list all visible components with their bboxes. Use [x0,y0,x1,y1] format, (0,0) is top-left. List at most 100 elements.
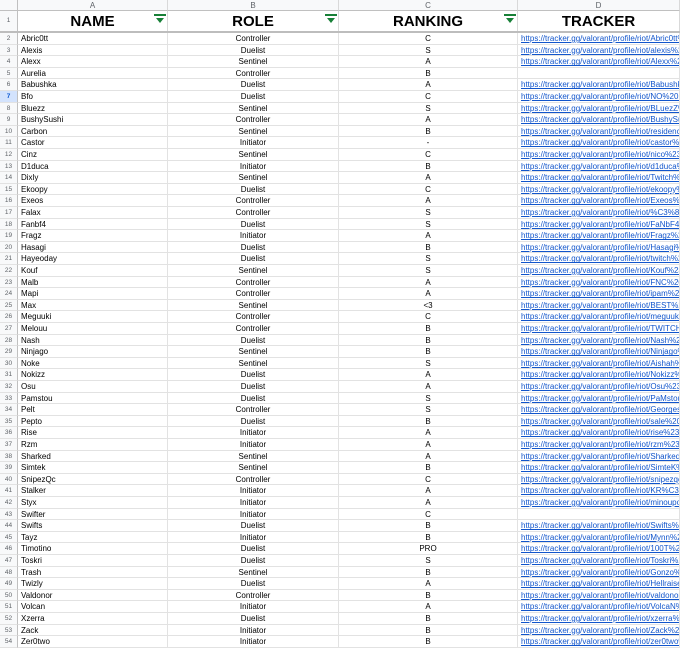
ranking-cell[interactable]: B [339,531,518,543]
name-cell[interactable]: Max [18,299,168,311]
row-number[interactable]: 10 [0,125,18,138]
name-cell[interactable]: Valdonor [18,589,168,601]
row-number[interactable]: 8 [0,102,18,115]
tracker-link[interactable]: https://tracker.gg/valorant/profile/riot… [518,473,680,485]
ranking-cell[interactable]: <3 [339,299,518,311]
ranking-cell[interactable]: S [339,102,518,114]
name-cell[interactable]: D1duca [18,160,168,172]
header-role-cell[interactable]: ROLE [168,11,339,31]
role-cell[interactable]: Duelist [168,392,339,404]
tracker-link[interactable]: https://tracker.gg/valorant/profile/riot… [518,137,680,148]
role-cell[interactable]: Duelist [168,44,339,56]
role-cell[interactable]: Sentinel [168,346,339,357]
row-number[interactable]: 35 [0,415,18,428]
role-cell[interactable]: Initiator [168,497,339,508]
row-number[interactable]: 21 [0,253,18,265]
row-number[interactable]: 33 [0,392,18,405]
header-tracker-cell[interactable]: TRACKER [518,11,680,31]
role-cell[interactable]: Duelist [168,555,339,566]
tracker-link[interactable]: https://tracker.gg/valorant/profile/riot… [518,497,680,508]
name-cell[interactable]: Volcan [18,601,168,612]
tracker-link[interactable]: https://tracker.gg/valorant/profile/riot… [518,589,680,601]
tracker-link[interactable]: https://tracker.gg/valorant/profile/riot… [518,555,680,566]
row-number[interactable]: 6 [0,79,18,91]
row-number[interactable]: 22 [0,265,18,277]
name-cell[interactable]: Hayeoday [18,253,168,264]
ranking-cell[interactable]: S [339,404,518,415]
name-cell[interactable]: Dixly [18,172,168,183]
row-number[interactable]: 54 [0,636,18,648]
role-cell[interactable]: Sentinel [168,102,339,114]
role-cell[interactable]: Controller [168,323,339,334]
role-cell[interactable]: Sentinel [168,450,339,462]
tracker-link[interactable]: https://tracker.gg/valorant/profile/riot… [518,114,680,125]
tracker-link[interactable]: https://tracker.gg/valorant/profile/riot… [518,311,680,322]
tracker-link[interactable]: https://tracker.gg/valorant/profile/riot… [518,218,680,230]
ranking-cell[interactable]: A [339,114,518,125]
tracker-link[interactable]: https://tracker.gg/valorant/profile/riot… [518,334,680,346]
name-cell[interactable]: Styx [18,497,168,508]
tracker-link[interactable]: https://tracker.gg/valorant/profile/riot… [518,91,680,102]
ranking-cell[interactable]: B [339,67,518,79]
name-cell[interactable]: Timotino [18,543,168,554]
role-cell[interactable]: Initiator [168,531,339,543]
name-cell[interactable]: Rise [18,427,168,438]
name-cell[interactable]: Toskri [18,555,168,566]
row-number[interactable]: 4 [0,56,18,68]
name-cell[interactable]: Alexx [18,56,168,67]
name-cell[interactable]: Falax [18,207,168,218]
name-cell[interactable]: Alexis [18,44,168,56]
tracker-link[interactable]: https://tracker.gg/valorant/profile/riot… [518,33,680,44]
column-header-a[interactable]: A [18,0,168,11]
ranking-cell[interactable]: B [339,636,518,647]
role-cell[interactable]: Sentinel [168,172,339,183]
name-cell[interactable]: Bluezz [18,102,168,114]
ranking-cell[interactable]: A [339,381,518,392]
row-number[interactable]: 31 [0,369,18,381]
name-cell[interactable]: Zer0two [18,636,168,647]
row-number[interactable]: 50 [0,589,18,602]
ranking-cell[interactable]: A [339,601,518,612]
role-cell[interactable]: Controller [168,67,339,79]
row-number[interactable]: 20 [0,241,18,254]
role-cell[interactable]: Controller [168,589,339,601]
row-number[interactable]: 47 [0,555,18,567]
role-cell[interactable]: Sentinel [168,125,339,137]
row-number[interactable]: 25 [0,299,18,312]
role-cell[interactable]: Controller [168,473,339,485]
role-cell[interactable]: Sentinel [168,149,339,160]
header-name-cell[interactable]: NAME [18,11,168,31]
row-number[interactable]: 42 [0,497,18,509]
tracker-link[interactable]: https://tracker.gg/valorant/profile/riot… [518,427,680,438]
ranking-cell[interactable]: C [339,33,518,44]
row-number[interactable]: 30 [0,357,18,370]
ranking-cell[interactable]: B [339,613,518,624]
row-number[interactable]: 46 [0,543,18,555]
column-header-d[interactable]: D [518,0,680,11]
tracker-link[interactable]: https://tracker.gg/valorant/profile/riot… [518,149,680,160]
name-cell[interactable]: Ekoopy [18,183,168,195]
ranking-cell[interactable]: S [339,207,518,218]
tracker-link[interactable]: https://tracker.gg/valorant/profile/riot… [518,381,680,392]
row-number[interactable]: 5 [0,67,18,80]
tracker-link[interactable]: https://tracker.gg/valorant/profile/riot… [518,323,680,334]
name-cell[interactable]: Mapi [18,288,168,299]
row-number[interactable]: 45 [0,531,18,544]
row-number[interactable]: 32 [0,381,18,393]
row-number[interactable]: 15 [0,183,18,196]
role-cell[interactable]: Controller [168,276,339,288]
ranking-cell[interactable]: B [339,624,518,636]
role-cell[interactable]: Duelist [168,253,339,264]
select-all-corner[interactable] [0,0,18,11]
row-number[interactable]: 13 [0,160,18,173]
role-cell[interactable]: Controller [168,311,339,322]
row-number[interactable]: 14 [0,172,18,184]
name-cell[interactable]: Aurelia [18,67,168,79]
tracker-link[interactable]: https://tracker.gg/valorant/profile/riot… [518,415,680,427]
tracker-link[interactable]: https://tracker.gg/valorant/profile/riot… [518,288,680,299]
header-ranking-cell[interactable]: RANKING [339,11,518,31]
tracker-link[interactable]: https://tracker.gg/valorant/profile/riot… [518,566,680,578]
row-number[interactable]: 16 [0,195,18,207]
row-number[interactable]: 41 [0,485,18,497]
tracker-link[interactable] [518,508,680,520]
